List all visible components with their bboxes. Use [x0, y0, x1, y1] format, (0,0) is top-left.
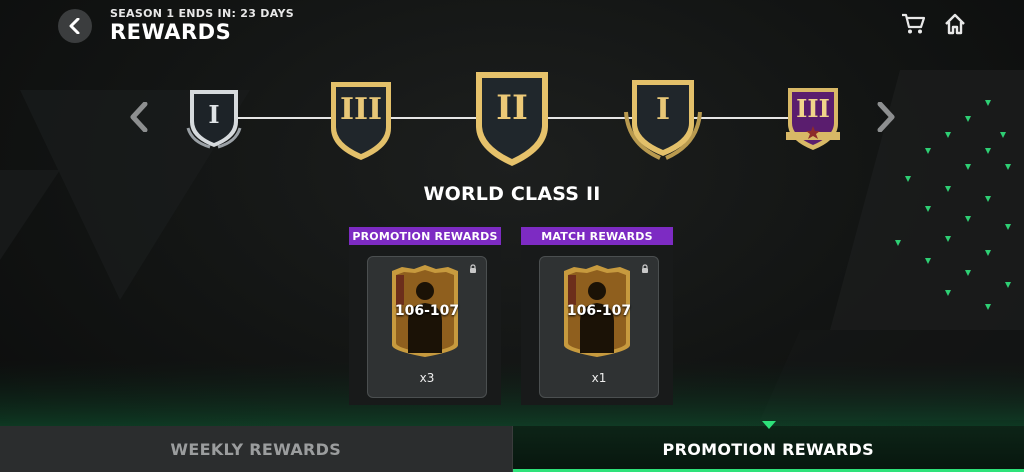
- reward-tabs: WEEKLY REWARDS PROMOTION REWARDS: [0, 426, 1024, 472]
- tier-badge-selected[interactable]: II: [472, 64, 552, 168]
- tier-numeral: I: [655, 92, 671, 127]
- chevron-left-icon: [69, 17, 80, 34]
- page-title: REWARDS: [110, 20, 232, 44]
- tier-badge-gold-laurel[interactable]: I: [620, 72, 706, 162]
- back-button[interactable]: [58, 8, 92, 43]
- tier-badge-purple[interactable]: III: [784, 82, 842, 152]
- tier-prev-arrow[interactable]: [126, 101, 152, 133]
- tab-promotion-rewards[interactable]: PROMOTION REWARDS: [511, 426, 1024, 472]
- selected-tier-name: WORLD CLASS II: [423, 183, 601, 205]
- tier-badge-silver[interactable]: I: [182, 84, 246, 150]
- reward-header: PROMOTION REWARDS: [349, 227, 501, 245]
- reward-rating: 106-107: [394, 303, 460, 319]
- tier-numeral: III: [339, 92, 383, 127]
- tier-numeral: II: [496, 88, 528, 128]
- reward-rating: 106-107: [566, 303, 632, 319]
- top-icons: [900, 11, 968, 37]
- header: SEASON 1 ENDS IN: 23 DAYS REWARDS: [58, 8, 294, 43]
- chevron-left-icon: [130, 102, 148, 132]
- tier-numeral: I: [208, 100, 220, 129]
- reward-quantity: x1: [591, 371, 607, 385]
- reward-body: 106-107 x3: [349, 245, 501, 405]
- reward-quantity: x3: [419, 371, 435, 385]
- reward-card[interactable]: 106-107 x3: [367, 256, 487, 398]
- tier-badge-gold[interactable]: III: [327, 74, 395, 162]
- lock-icon: [642, 264, 648, 273]
- reward-panel-promotion: PROMOTION REWARDS 106-107 x3: [349, 227, 501, 405]
- reward-card[interactable]: 106-107 x1: [539, 256, 659, 398]
- home-icon[interactable]: [942, 11, 968, 37]
- active-tab-marker-icon: [762, 421, 776, 429]
- reward-body: 106-107 x1: [521, 245, 673, 405]
- reward-header: MATCH REWARDS: [521, 227, 673, 245]
- lock-icon: [470, 264, 476, 273]
- cart-icon[interactable]: [900, 11, 926, 37]
- chevron-right-icon: [877, 102, 895, 132]
- tier-next-arrow[interactable]: [873, 101, 899, 133]
- reward-panel-match: MATCH REWARDS 106-107 x1: [521, 227, 673, 405]
- tier-numeral: III: [796, 94, 830, 123]
- tab-weekly-rewards[interactable]: WEEKLY REWARDS: [0, 426, 512, 472]
- season-countdown: SEASON 1 ENDS IN: 23 DAYS: [110, 7, 294, 20]
